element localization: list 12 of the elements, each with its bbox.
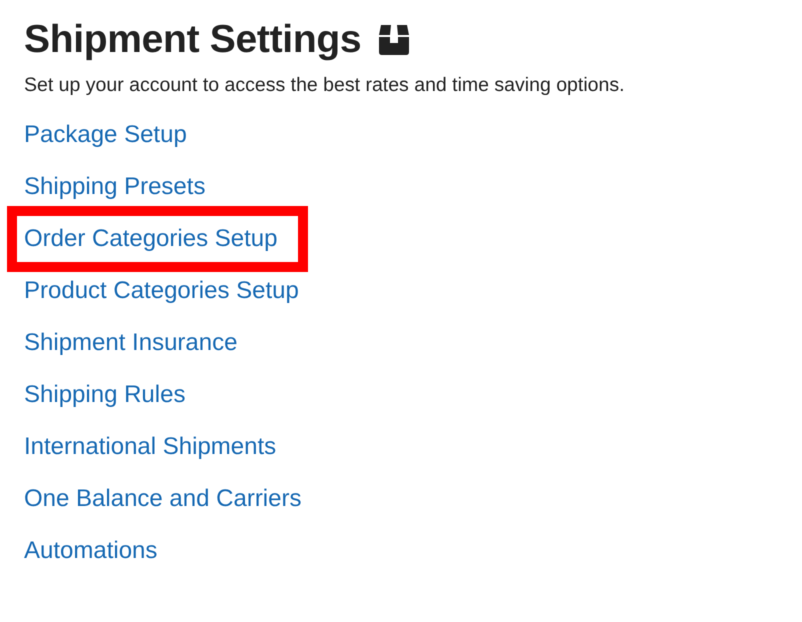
page-title: Shipment Settings bbox=[24, 18, 362, 62]
settings-link[interactable]: Shipping Rules bbox=[24, 381, 186, 408]
settings-link[interactable]: Shipping Presets bbox=[24, 173, 206, 200]
page-description: Set up your account to access the best rates and time saving options. bbox=[24, 74, 626, 97]
settings-link[interactable]: Package Setup bbox=[24, 121, 187, 148]
settings-link[interactable]: Shipment Insurance bbox=[24, 329, 238, 356]
settings-link[interactable]: Product Categories Setup bbox=[24, 277, 299, 304]
settings-link[interactable]: Order Categories Setup bbox=[24, 225, 278, 252]
settings-link[interactable]: International Shipments bbox=[24, 433, 276, 460]
box-icon bbox=[377, 25, 412, 55]
settings-link[interactable]: Automations bbox=[24, 537, 158, 564]
settings-link[interactable]: One Balance and Carriers bbox=[24, 485, 302, 512]
